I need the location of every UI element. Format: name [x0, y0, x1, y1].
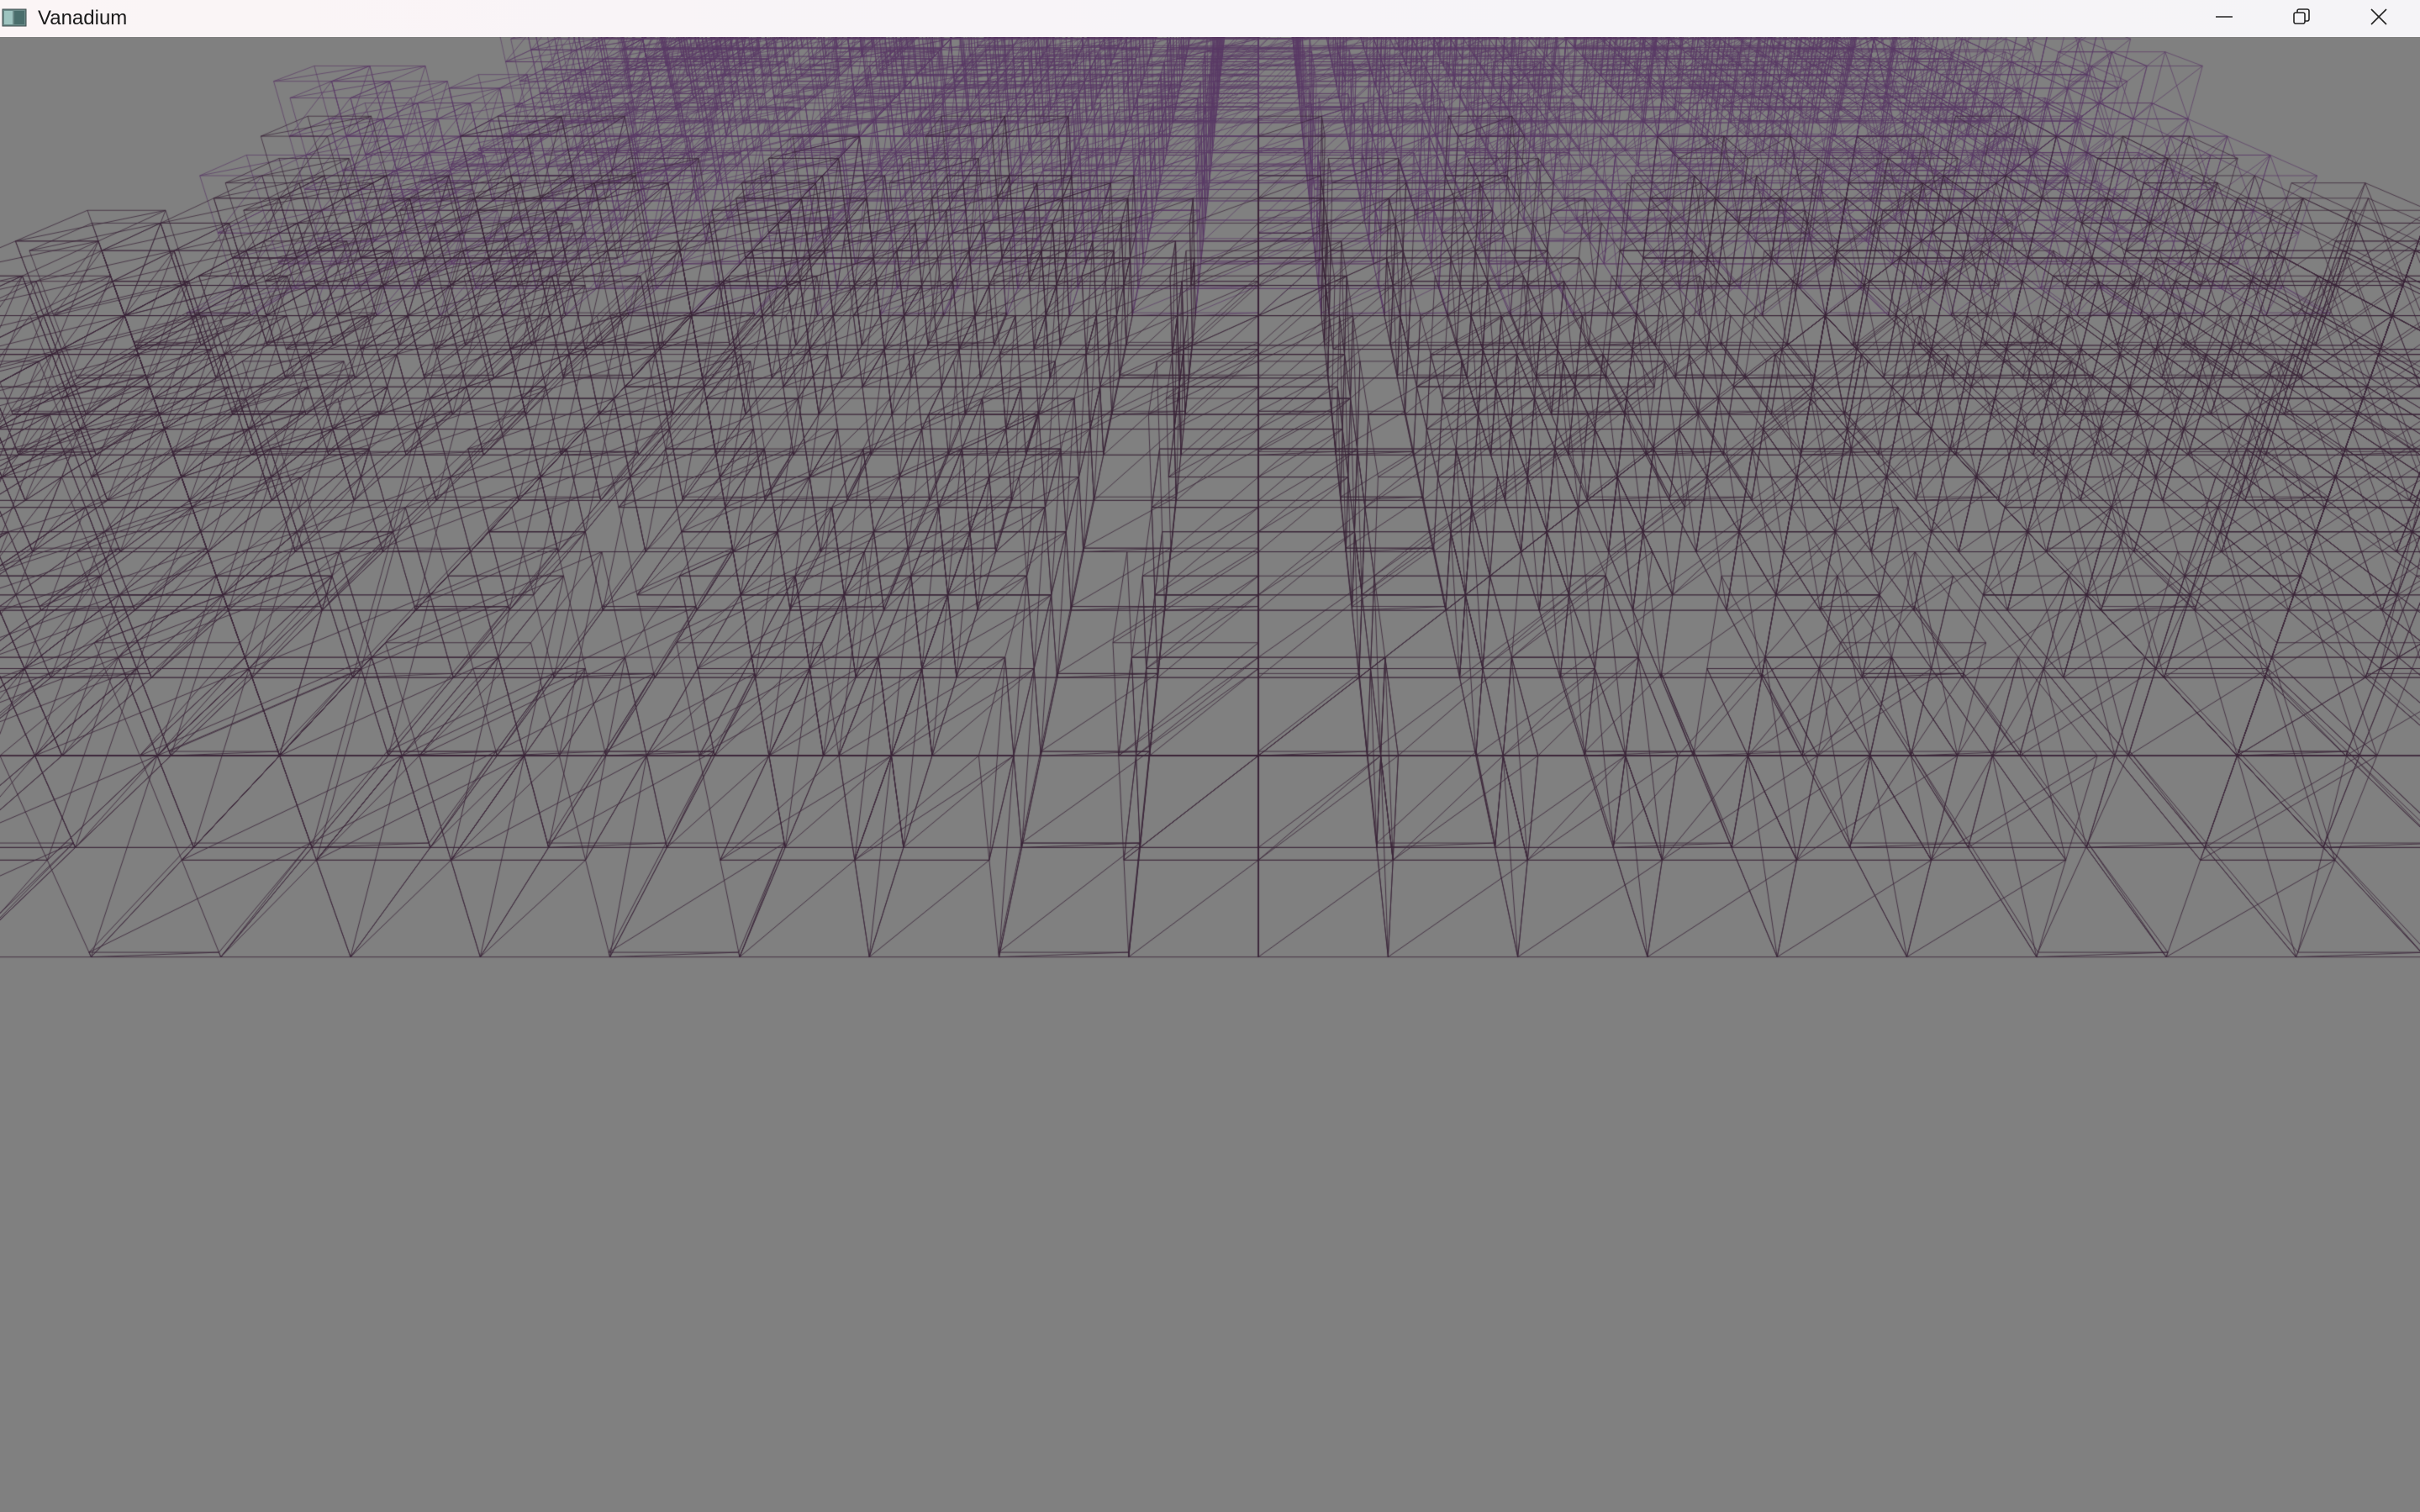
close-icon — [2370, 8, 2388, 30]
title-bar[interactable]: Vanadium — [0, 0, 2420, 37]
window-title: Vanadium — [38, 7, 128, 29]
app-window-icon — [2, 8, 27, 28]
restore-button[interactable] — [2263, 0, 2340, 37]
minimize-button[interactable] — [2185, 0, 2263, 37]
minimize-icon — [2215, 8, 2233, 30]
restore-icon — [2292, 8, 2311, 30]
render-viewport[interactable] — [0, 37, 2420, 1512]
wireframe-voxel-scene[interactable] — [0, 37, 2420, 1512]
close-button[interactable] — [2340, 0, 2417, 37]
app-window: Vanadium — [0, 0, 2420, 1512]
